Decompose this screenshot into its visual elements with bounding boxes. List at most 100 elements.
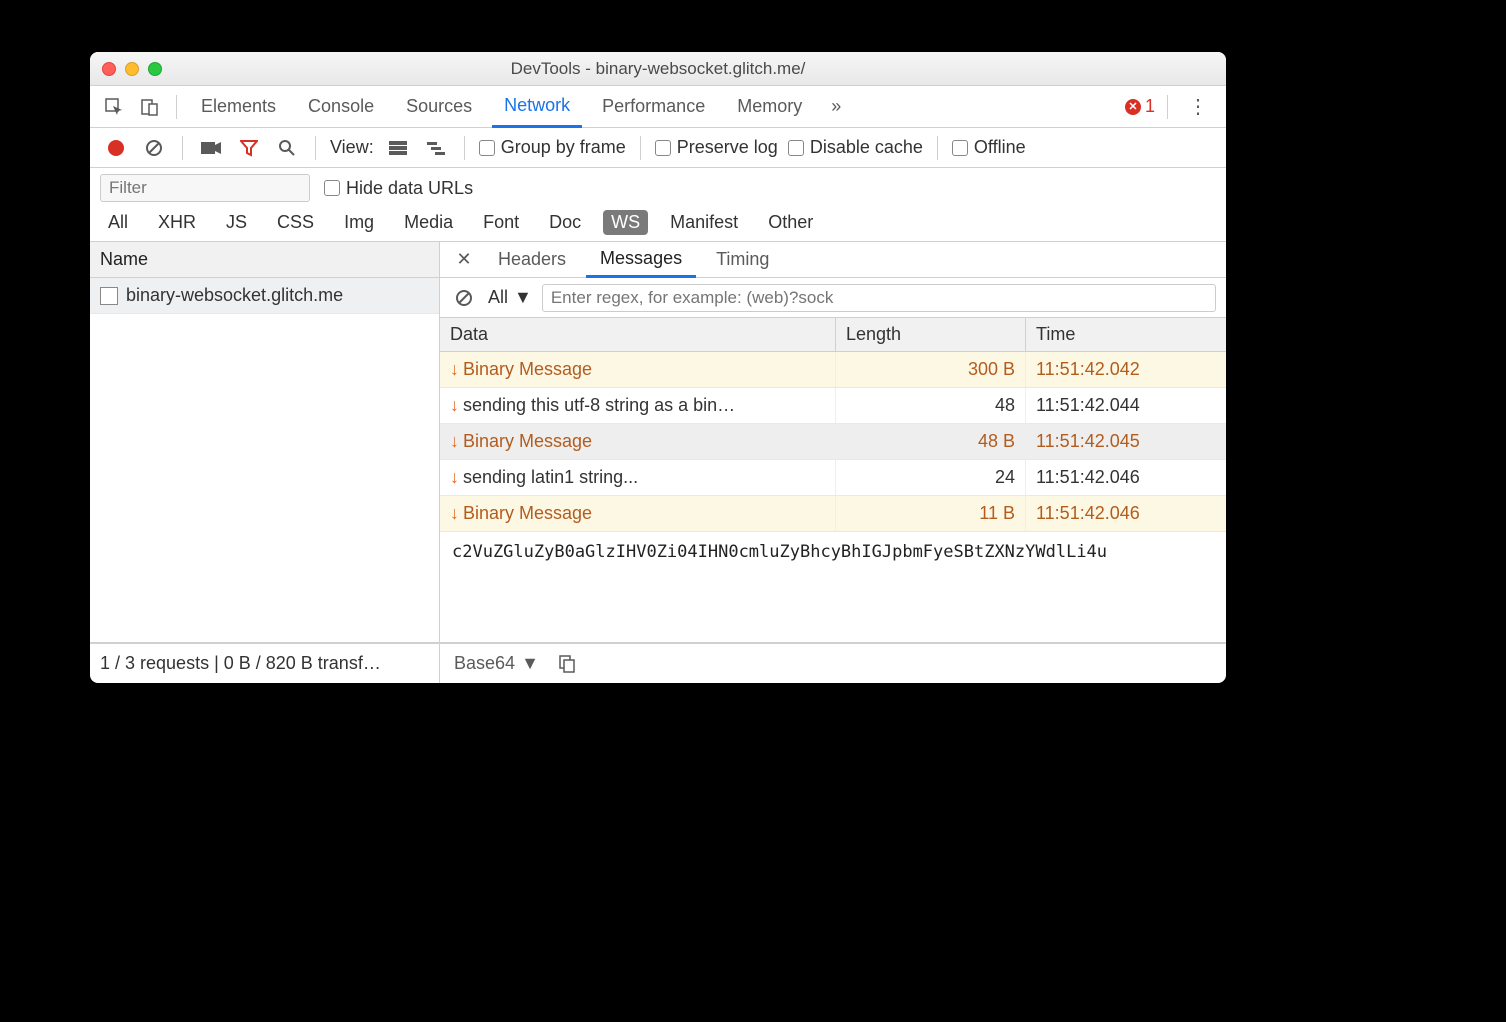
filter-type-doc[interactable]: Doc [541, 210, 589, 235]
message-length-cell: 48 B [836, 424, 1026, 459]
group-by-frame-checkbox[interactable]: Group by frame [479, 137, 626, 158]
copy-icon[interactable] [553, 650, 581, 678]
message-table-header: Data Length Time [440, 318, 1226, 352]
filter-type-manifest[interactable]: Manifest [662, 210, 746, 235]
message-time-cell: 11:51:42.044 [1026, 388, 1226, 423]
checkbox-icon [655, 140, 671, 156]
more-tabs-icon[interactable]: » [822, 93, 850, 121]
network-toolbar: View: Group by frame Preserve log Disabl… [90, 128, 1226, 168]
filter-type-js[interactable]: JS [218, 210, 255, 235]
tab-memory[interactable]: Memory [725, 86, 814, 128]
arrow-down-icon: ↓ [450, 431, 459, 452]
disable-cache-checkbox[interactable]: Disable cache [788, 137, 923, 158]
tab-elements[interactable]: Elements [189, 86, 288, 128]
message-time-cell: 11:51:42.045 [1026, 424, 1226, 459]
message-type-select[interactable]: All ▼ [488, 287, 532, 308]
divider [640, 136, 641, 160]
detail-tab-messages[interactable]: Messages [586, 242, 696, 278]
message-type-value: All [488, 287, 508, 308]
file-icon [100, 287, 118, 305]
tab-sources[interactable]: Sources [394, 86, 484, 128]
preserve-log-label: Preserve log [677, 137, 778, 158]
request-list-header: Name [90, 242, 439, 278]
detail-tabs: ✕ Headers Messages Timing [440, 242, 1226, 278]
message-time-cell: 11:51:42.042 [1026, 352, 1226, 387]
error-count: 1 [1145, 96, 1155, 117]
record-icon [108, 140, 124, 156]
error-badge[interactable]: ✕ 1 [1125, 96, 1155, 117]
clear-button[interactable] [140, 134, 168, 162]
titlebar: DevTools - binary-websocket.glitch.me/ [90, 52, 1226, 86]
message-time-cell: 11:51:42.046 [1026, 460, 1226, 495]
message-table-body: ↓Binary Message300 B11:51:42.042↓sending… [440, 352, 1226, 532]
window-title: DevTools - binary-websocket.glitch.me/ [90, 59, 1226, 79]
message-data-cell: ↓Binary Message [440, 496, 836, 531]
divider [937, 136, 938, 160]
offline-checkbox[interactable]: Offline [952, 137, 1026, 158]
detail-tab-headers[interactable]: Headers [484, 242, 580, 278]
filter-type-ws[interactable]: WS [603, 210, 648, 235]
tab-console[interactable]: Console [296, 86, 386, 128]
search-icon[interactable] [273, 134, 301, 162]
tab-network[interactable]: Network [492, 86, 582, 128]
filter-type-css[interactable]: CSS [269, 210, 322, 235]
filter-type-other[interactable]: Other [760, 210, 821, 235]
camera-icon[interactable] [197, 134, 225, 162]
filter-type-img[interactable]: Img [336, 210, 382, 235]
status-bar: 1 / 3 requests | 0 B / 820 B transf… Bas… [90, 643, 1226, 683]
record-button[interactable] [102, 134, 130, 162]
message-data-cell: ↓sending latin1 string... [440, 460, 836, 495]
checkbox-icon [952, 140, 968, 156]
arrow-down-icon: ↓ [450, 359, 459, 380]
checkbox-icon [788, 140, 804, 156]
divider [464, 136, 465, 160]
divider [315, 136, 316, 160]
preserve-log-checkbox[interactable]: Preserve log [655, 137, 778, 158]
filter-type-media[interactable]: Media [396, 210, 461, 235]
checkbox-icon [324, 180, 340, 196]
col-header-data[interactable]: Data [440, 318, 836, 351]
message-row[interactable]: ↓sending this utf-8 string as a bin…4811… [440, 388, 1226, 424]
message-row[interactable]: ↓sending latin1 string...2411:51:42.046 [440, 460, 1226, 496]
waterfall-icon[interactable] [422, 134, 450, 162]
clear-messages-button[interactable] [450, 284, 478, 312]
col-header-time[interactable]: Time [1026, 318, 1226, 351]
col-header-length[interactable]: Length [836, 318, 1026, 351]
detail-tab-timing[interactable]: Timing [702, 242, 783, 278]
filter-icon[interactable] [235, 134, 263, 162]
detail-pane: ✕ Headers Messages Timing All ▼ Data Len… [440, 242, 1226, 642]
filter-input[interactable] [100, 174, 310, 202]
message-regex-input[interactable] [542, 284, 1216, 312]
filter-type-font[interactable]: Font [475, 210, 527, 235]
arrow-down-icon: ↓ [450, 467, 459, 488]
encoding-value: Base64 [454, 653, 515, 674]
tab-performance[interactable]: Performance [590, 86, 717, 128]
status-right: Base64 ▼ [440, 644, 1226, 683]
message-length-cell: 48 [836, 388, 1026, 423]
chevron-down-icon: ▼ [514, 287, 532, 308]
message-data-cell: ↓Binary Message [440, 352, 836, 387]
message-payload[interactable]: c2VuZGluZyB0aGlzIHV0Zi04IHN0cmluZyBhcyBh… [440, 532, 1226, 642]
message-row[interactable]: ↓Binary Message300 B11:51:42.042 [440, 352, 1226, 388]
arrow-down-icon: ↓ [450, 395, 459, 416]
checkbox-icon [479, 140, 495, 156]
close-detail-icon[interactable]: ✕ [450, 246, 478, 274]
encoding-select[interactable]: Base64 ▼ [454, 653, 539, 674]
offline-label: Offline [974, 137, 1026, 158]
message-data-cell: ↓sending this utf-8 string as a bin… [440, 388, 836, 423]
main-panel: Name binary-websocket.glitch.me ✕ Header… [90, 242, 1226, 643]
chevron-down-icon: ▼ [521, 653, 539, 674]
group-by-frame-label: Group by frame [501, 137, 626, 158]
message-row[interactable]: ↓Binary Message48 B11:51:42.045 [440, 424, 1226, 460]
settings-menu-icon[interactable]: ⋮ [1180, 94, 1216, 119]
device-toolbar-icon[interactable] [136, 93, 164, 121]
filter-type-all[interactable]: All [100, 210, 136, 235]
message-row[interactable]: ↓Binary Message11 B11:51:42.046 [440, 496, 1226, 532]
hide-data-urls-checkbox[interactable]: Hide data URLs [324, 178, 473, 199]
inspect-element-icon[interactable] [100, 93, 128, 121]
filter-type-xhr[interactable]: XHR [150, 210, 204, 235]
request-list: Name binary-websocket.glitch.me [90, 242, 440, 642]
message-length-cell: 24 [836, 460, 1026, 495]
large-rows-icon[interactable] [384, 134, 412, 162]
request-row[interactable]: binary-websocket.glitch.me [90, 278, 439, 314]
